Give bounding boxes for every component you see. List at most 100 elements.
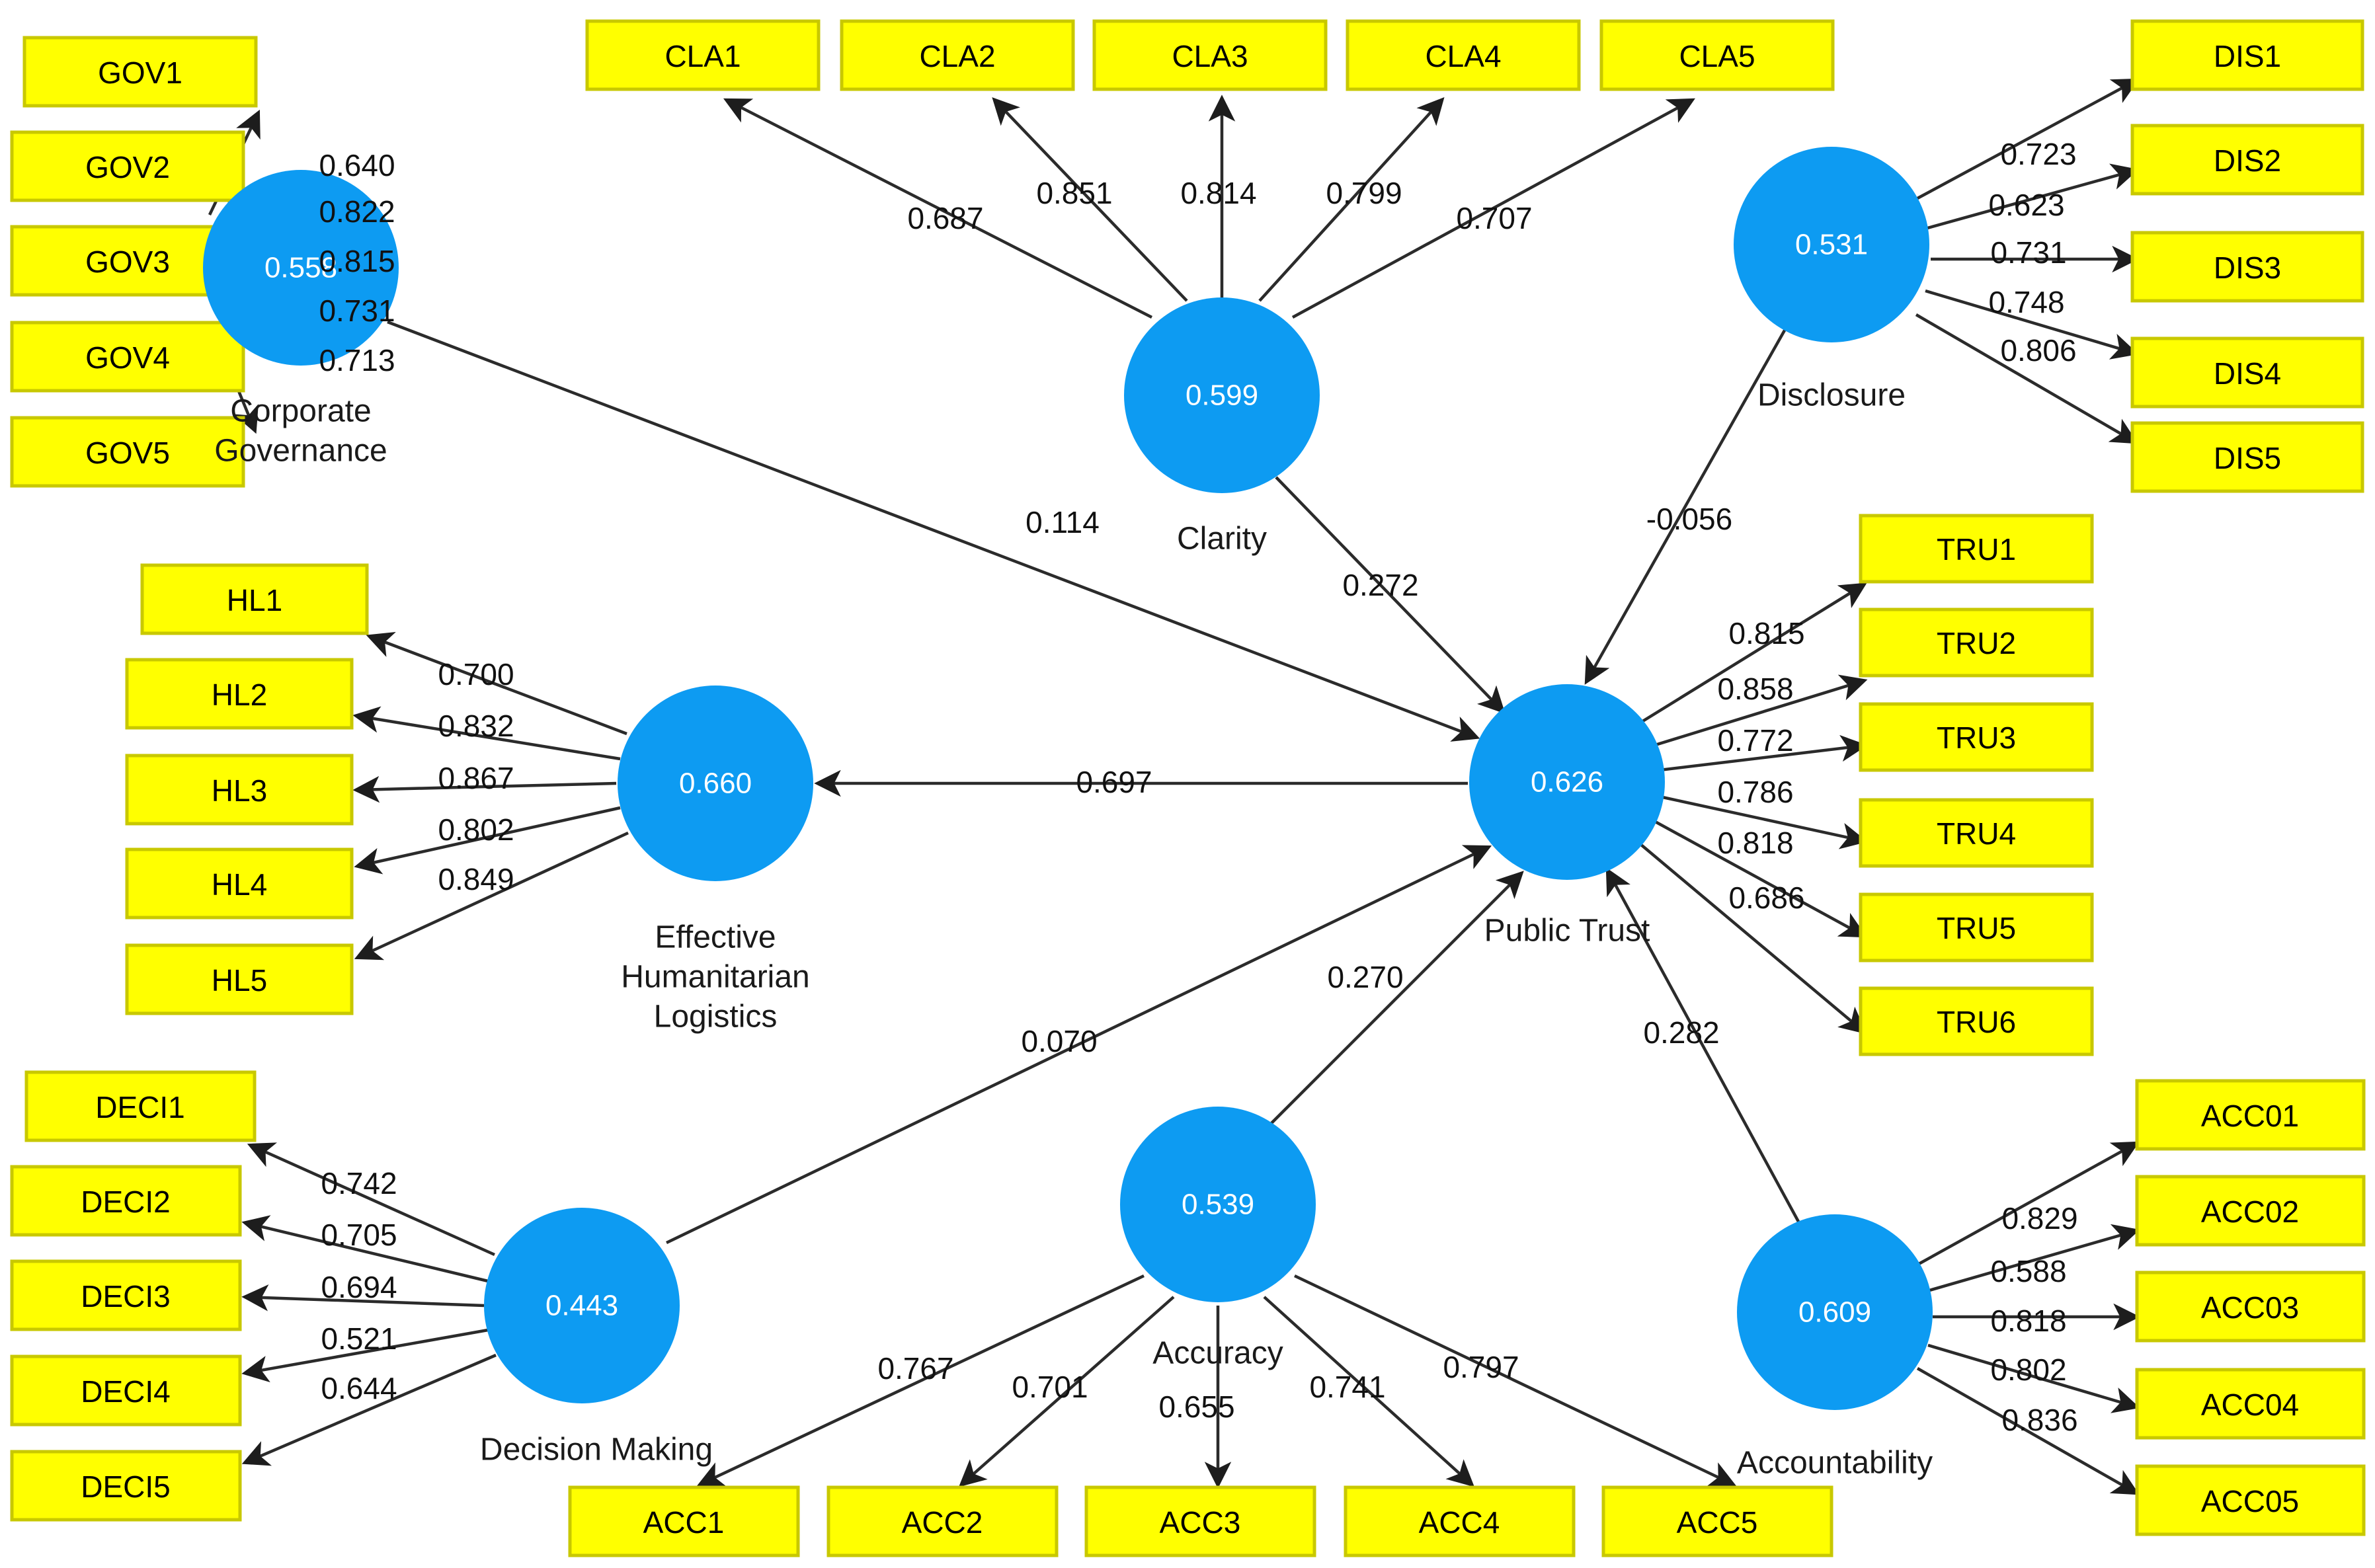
indicator-hl3[interactable]: HL3: [125, 754, 354, 826]
indicator-label: GOV1: [98, 56, 182, 90]
loading-tru3: 0.772: [1717, 723, 1793, 758]
construct-disclosure[interactable]: 0.531 Disclosure: [1734, 147, 1929, 413]
path-label-disclosure-trust: -0.056: [1646, 502, 1732, 536]
indicator-gov5[interactable]: GOV5: [10, 416, 245, 488]
indicator-label: GOV2: [85, 150, 170, 184]
construct-name-line3: Logistics: [654, 1000, 778, 1035]
indicator-tru2[interactable]: TRU2: [1859, 608, 2094, 678]
indicator-hl2[interactable]: HL2: [125, 658, 354, 730]
path-label-accountability-trust: 0.282: [1643, 1015, 1719, 1050]
indicator-tru5[interactable]: TRU5: [1859, 892, 2094, 962]
indicator-tru1[interactable]: TRU1: [1859, 514, 2094, 584]
loading-tru1: 0.815: [1728, 616, 1804, 650]
indicator-deci3[interactable]: DECI3: [10, 1259, 242, 1331]
indicator-cla2[interactable]: CLA2: [840, 19, 1075, 91]
path-label-clarity-trust: 0.272: [1342, 568, 1418, 602]
indicator-label: DIS4: [2214, 356, 2281, 391]
construct-name: Clarity: [1177, 522, 1267, 557]
loading-dis5: 0.806: [2000, 333, 2076, 368]
indicator-acc01[interactable]: ACC01: [2135, 1079, 2366, 1151]
indicator-dis3[interactable]: DIS3: [2130, 231, 2364, 303]
indicator-cla3[interactable]: CLA3: [1092, 19, 1328, 91]
construct-clarity[interactable]: 0.599 Clarity: [1124, 297, 1320, 557]
indicator-acc03[interactable]: ACC03: [2135, 1271, 2366, 1343]
loading-tru6: 0.686: [1728, 881, 1804, 915]
indicator-label: CLA4: [1425, 39, 1501, 73]
indicator-acc3[interactable]: ACC3: [1084, 1485, 1316, 1557]
construct-decision-making[interactable]: 0.443 Decision Making: [480, 1208, 713, 1468]
construct-r2: 0.539: [1182, 1189, 1254, 1221]
indicator-acc4[interactable]: ACC4: [1344, 1485, 1576, 1557]
indicator-label: DECI1: [95, 1090, 184, 1124]
indicator-tru6[interactable]: TRU6: [1859, 986, 2094, 1056]
indicator-label: CLA3: [1172, 39, 1248, 73]
path-label-gov-trust: 0.114: [1026, 505, 1100, 539]
indicator-tru3[interactable]: TRU3: [1859, 702, 2094, 772]
indicator-dis2[interactable]: DIS2: [2130, 124, 2364, 196]
indicator-label: HL3: [212, 773, 267, 808]
loading-acc02: 0.588: [1990, 1254, 2066, 1288]
indicator-acc5[interactable]: ACC5: [1601, 1485, 1833, 1557]
indicator-gov1[interactable]: GOV1: [22, 36, 258, 108]
indicator-dis4[interactable]: DIS4: [2130, 336, 2364, 409]
indicator-tru4[interactable]: TRU4: [1859, 798, 2094, 868]
construct-name: Disclosure: [1757, 378, 1906, 413]
indicator-label: DIS5: [2214, 441, 2281, 475]
loading-acc2: 0.701: [1012, 1370, 1088, 1404]
loading-deci2: 0.705: [321, 1218, 397, 1252]
indicator-deci4[interactable]: DECI4: [10, 1354, 242, 1427]
construct-name-line1: Corporate: [230, 394, 371, 429]
indicator-dis1[interactable]: DIS1: [2130, 19, 2364, 91]
indicator-label: ACC2: [902, 1505, 983, 1540]
loading-labels-public-trust: 0.815 0.858 0.772 0.786 0.818 0.686: [1717, 616, 1804, 915]
indicator-gov4[interactable]: GOV4: [10, 321, 245, 393]
indicator-label: DECI2: [81, 1185, 170, 1219]
indicator-cla5[interactable]: CLA5: [1599, 19, 1835, 91]
path-label-accuracy-trust: 0.270: [1327, 960, 1403, 994]
construct-accountability[interactable]: 0.609 Accountability: [1737, 1214, 1933, 1481]
indicator-deci5[interactable]: DECI5: [10, 1450, 242, 1522]
loading-gov1: 0.640: [319, 148, 395, 182]
indicator-acc1[interactable]: ACC1: [568, 1485, 800, 1557]
indicator-dis5[interactable]: DIS5: [2130, 421, 2364, 493]
indicator-acc04[interactable]: ACC04: [2135, 1368, 2366, 1440]
indicator-cla4[interactable]: CLA4: [1346, 19, 1581, 91]
indicator-label: CLA2: [919, 39, 995, 73]
sem-path-diagram: GOV1 GOV2 GOV3 GOV4 GOV5 CLA1 CLA2 CLA3 …: [0, 0, 2375, 1568]
indicator-label: GOV4: [85, 340, 170, 375]
indicator-hl5[interactable]: HL5: [125, 943, 354, 1015]
loading-hl3: 0.867: [438, 761, 514, 795]
loading-acc4: 0.741: [1309, 1370, 1385, 1404]
indicator-label: ACC1: [643, 1505, 725, 1540]
indicator-acc02[interactable]: ACC02: [2135, 1175, 2366, 1247]
loading-acc01: 0.829: [2001, 1201, 2077, 1235]
construct-r2: 0.599: [1186, 379, 1258, 412]
indicator-deci1[interactable]: DECI1: [24, 1070, 257, 1142]
loading-acc04: 0.802: [1990, 1352, 2066, 1387]
construct-public-trust[interactable]: 0.626 Public Trust: [1469, 684, 1665, 949]
indicator-label: DIS3: [2214, 251, 2281, 285]
loading-acc03: 0.818: [1990, 1304, 2066, 1338]
indicator-deci2[interactable]: DECI2: [10, 1165, 242, 1237]
indicator-label: HL1: [227, 583, 282, 617]
construct-name-line1: Effective: [655, 920, 776, 955]
indicator-label: TRU3: [1937, 721, 2016, 755]
indicator-label: CLA5: [1679, 39, 1755, 73]
indicator-hl1[interactable]: HL1: [140, 563, 369, 635]
construct-r2: 0.660: [679, 767, 752, 800]
construct-name-line2: Humanitarian: [621, 960, 809, 995]
loading-labels-accountability: 0.829 0.588 0.818 0.802 0.836: [1990, 1201, 2077, 1437]
indicator-label: DECI5: [81, 1470, 170, 1504]
indicator-acc05[interactable]: ACC05: [2135, 1464, 2366, 1536]
indicator-label: ACC5: [1677, 1505, 1758, 1540]
construct-r2: 0.443: [545, 1290, 618, 1322]
loading-tru2: 0.858: [1717, 672, 1793, 706]
indicator-acc2[interactable]: ACC2: [826, 1485, 1059, 1557]
indicator-hl4[interactable]: HL4: [125, 847, 354, 920]
loading-labels-decision-making: 0.742 0.705 0.694 0.521 0.644: [321, 1166, 397, 1405]
construct-effective-humanitarian-logistics[interactable]: 0.660 Effective Humanitarian Logistics: [618, 686, 813, 1035]
loading-hl5: 0.849: [438, 862, 514, 896]
indicator-gov2[interactable]: GOV2: [10, 130, 245, 202]
indicator-cla1[interactable]: CLA1: [585, 19, 821, 91]
loading-hl2: 0.832: [438, 709, 514, 743]
